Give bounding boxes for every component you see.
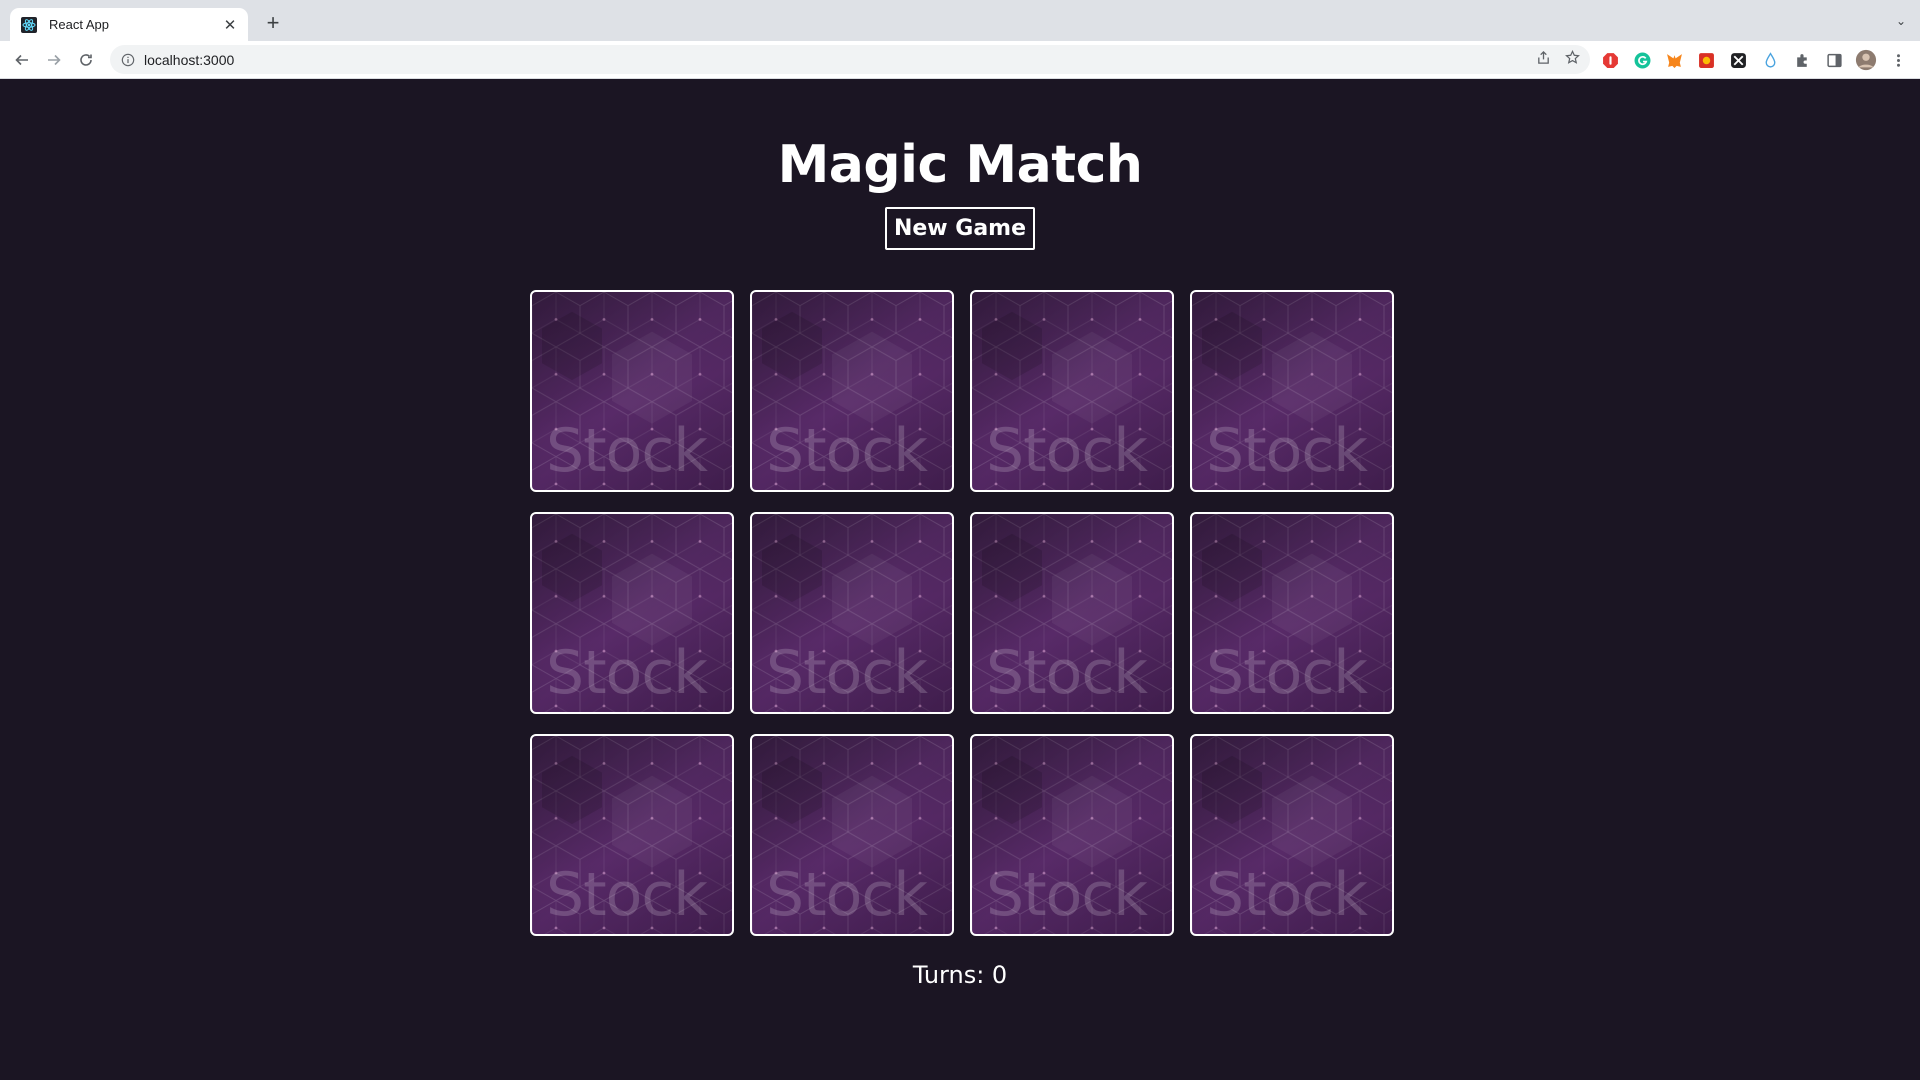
new-tab-button[interactable]: + [262,12,284,35]
memory-card[interactable]: Stock [530,734,734,936]
side-panel-icon[interactable] [1822,48,1846,72]
tab-title: React App [49,17,109,32]
address-bar[interactable]: localhost:3000 [110,45,1590,74]
card-back-watermark: Stock [1206,860,1368,930]
memory-card[interactable]: Stock [530,290,734,492]
extension-red-icon[interactable] [1694,48,1718,72]
back-arrow-icon [15,54,28,65]
turns-counter: Turns: 0 [912,961,1008,989]
game-page: Magic Match New Game Stock Stock Stock S… [0,79,1920,1080]
memory-card[interactable]: Stock [1190,290,1394,492]
memory-card[interactable]: Stock [750,290,954,492]
browser-tab-strip: React App ✕ + ⌄ [0,0,1920,41]
tab-close-icon[interactable]: ✕ [222,17,238,34]
site-info-icon[interactable] [120,52,136,68]
page-title: Magic Match [777,135,1143,195]
card-back-watermark: Stock [986,638,1148,708]
card-back-watermark: Stock [546,860,708,930]
card-back-watermark: Stock [986,416,1148,486]
extensions-area [1598,46,1910,74]
metamask-icon[interactable] [1662,48,1686,72]
card-back-watermark: Stock [766,860,928,930]
card-back-watermark: Stock [766,638,928,708]
card-back-watermark: Stock [766,416,928,486]
reload-button[interactable] [72,46,100,74]
bookmark-star-icon[interactable] [1565,49,1580,70]
adblock-icon[interactable] [1598,48,1622,72]
browser-tab[interactable]: React App ✕ [10,8,248,41]
card-grid: Stock Stock Stock Stock Stock Stock Stoc… [530,290,1394,936]
share-icon[interactable] [1536,50,1551,70]
card-back-watermark: Stock [546,416,708,486]
memory-card[interactable]: Stock [970,512,1174,714]
memory-card[interactable]: Stock [970,734,1174,936]
new-game-button[interactable]: New Game [885,207,1035,250]
react-favicon-icon [21,16,37,33]
url-text: localhost:3000 [144,51,235,68]
memory-card[interactable]: Stock [1190,734,1394,936]
forward-button[interactable] [40,46,68,74]
tab-search-chevron-icon[interactable]: ⌄ [1896,14,1906,28]
extension-drop-icon[interactable] [1758,48,1782,72]
back-button[interactable] [8,46,36,74]
card-back-watermark: Stock [1206,416,1368,486]
chrome-menu-icon[interactable] [1886,48,1910,72]
memory-card[interactable]: Stock [1190,512,1394,714]
extensions-puzzle-icon[interactable] [1790,48,1814,72]
memory-card[interactable]: Stock [530,512,734,714]
card-back-watermark: Stock [986,860,1148,930]
profile-avatar[interactable] [1854,48,1878,72]
grammarly-icon[interactable] [1630,48,1654,72]
card-back-watermark: Stock [1206,638,1368,708]
memory-card[interactable]: Stock [750,512,954,714]
reload-icon [80,53,92,66]
browser-toolbar: localhost:3000 [0,41,1920,79]
memory-card[interactable]: Stock [970,290,1174,492]
memory-card[interactable]: Stock [750,734,954,936]
card-back-watermark: Stock [546,638,708,708]
extension-dark-icon[interactable] [1726,48,1750,72]
forward-arrow-icon [48,54,61,65]
